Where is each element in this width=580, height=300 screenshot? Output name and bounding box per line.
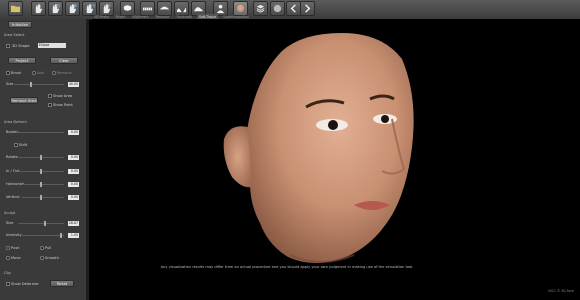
smooth-label: Smooth	[45, 256, 59, 260]
layers-icon[interactable]	[253, 1, 268, 16]
in-out-slider-thumb[interactable]	[40, 169, 42, 174]
horizontal-slider-thumb[interactable]	[40, 182, 42, 187]
sculpt-size-slider-thumb[interactable]	[44, 221, 46, 226]
initialize-button[interactable]: Initialize	[8, 21, 32, 28]
3d-shape-checkbox[interactable]	[6, 44, 10, 48]
border-label: Border	[6, 130, 19, 134]
sphere-icon[interactable]	[270, 1, 285, 16]
shape-select[interactable]: Ellipse	[38, 43, 66, 48]
move-radio[interactable]	[6, 256, 10, 260]
clear-button[interactable]: Clear	[50, 57, 78, 64]
3d-shape-label: 3D Shape	[12, 44, 30, 48]
clip-heading: Clip	[4, 271, 11, 275]
intensity-label: Intensity	[6, 233, 22, 237]
hand-icon[interactable]	[31, 1, 46, 16]
push-label: Push	[11, 246, 20, 250]
size-label: Size	[6, 82, 14, 86]
folder-icon[interactable]	[8, 1, 23, 16]
hand-rotate-icon[interactable]	[48, 1, 63, 16]
border-value[interactable]: 0.00	[68, 130, 79, 135]
hand-zoom-icon[interactable]	[65, 1, 80, 16]
intensity-value[interactable]: 1.00	[68, 233, 79, 238]
show-point-label: Show Point	[53, 103, 73, 107]
area-deform-heading: Area Deform	[4, 120, 27, 124]
area-select-heading: Area Select	[4, 33, 25, 37]
remove-label: Remove	[57, 71, 72, 75]
horizontal-slider[interactable]	[22, 184, 64, 185]
disclaimer-text: Any visualization results may differ fro…	[160, 265, 414, 269]
add-radio[interactable]	[32, 71, 36, 75]
horizontal-value[interactable]: 0.00	[68, 182, 79, 187]
brush-checkbox[interactable]	[6, 71, 10, 75]
sculpt-size-value[interactable]: 28.87	[68, 221, 79, 226]
vertical-value[interactable]: 0.00	[68, 195, 79, 200]
pull-label: Pull	[45, 246, 52, 250]
vertical-label: Vertical	[6, 195, 20, 199]
border-slider[interactable]	[18, 132, 64, 133]
add-label: Add	[37, 71, 44, 75]
face-model[interactable]	[92, 19, 580, 300]
sculpt-size-slider[interactable]	[18, 223, 64, 224]
rotate-slider-thumb[interactable]	[40, 155, 42, 160]
show-deformer-checkbox[interactable]	[6, 282, 10, 286]
show-point-checkbox[interactable]	[48, 103, 52, 107]
remove-radio[interactable]	[52, 71, 56, 75]
3d-viewport[interactable]	[92, 19, 580, 300]
control-panel: Initialize Area Select 3D Shape Ellipse …	[0, 19, 89, 300]
shift-checkbox[interactable]	[14, 143, 18, 147]
copyright-text: 2011 © 3D-Face	[547, 289, 574, 293]
ear	[223, 126, 252, 188]
in-out-value[interactable]: 0.00	[68, 169, 79, 174]
reset-button[interactable]: Reset	[50, 280, 74, 287]
show-area-checkbox[interactable]	[48, 94, 52, 98]
vertical-slider-thumb[interactable]	[40, 195, 42, 200]
rotate-label: Rotate	[6, 155, 18, 159]
back-arrow-icon[interactable]	[286, 1, 301, 16]
sculpt-size-label: Size	[6, 221, 14, 225]
push-radio[interactable]	[6, 246, 10, 250]
brush-label: Brush	[11, 71, 22, 75]
shift-label: Shift	[19, 143, 28, 147]
intensity-slider-thumb[interactable]	[60, 233, 62, 238]
size-slider-thumb[interactable]	[30, 82, 32, 87]
smooth-radio[interactable]	[40, 256, 44, 260]
size-value[interactable]: 40.00	[68, 82, 79, 87]
size-slider[interactable]	[14, 84, 64, 85]
move-label: Move	[11, 256, 21, 260]
rotate-value[interactable]: 0.00	[68, 155, 79, 160]
project-button[interactable]: Project	[8, 57, 36, 64]
intensity-slider[interactable]	[22, 235, 64, 236]
show-area-label: Show Area	[53, 94, 73, 98]
forward-arrow-icon[interactable]	[300, 1, 315, 16]
pull-radio[interactable]	[40, 246, 44, 250]
top-toolbar: 3D Photo Bright Alignment Measure Thickn…	[0, 0, 580, 20]
sculpt-heading: Sculpt	[4, 211, 16, 215]
remove-area-button[interactable]: Remove Area	[10, 97, 38, 104]
vertical-slider[interactable]	[22, 197, 64, 198]
show-deformer-label: Show Deformer	[11, 282, 39, 286]
